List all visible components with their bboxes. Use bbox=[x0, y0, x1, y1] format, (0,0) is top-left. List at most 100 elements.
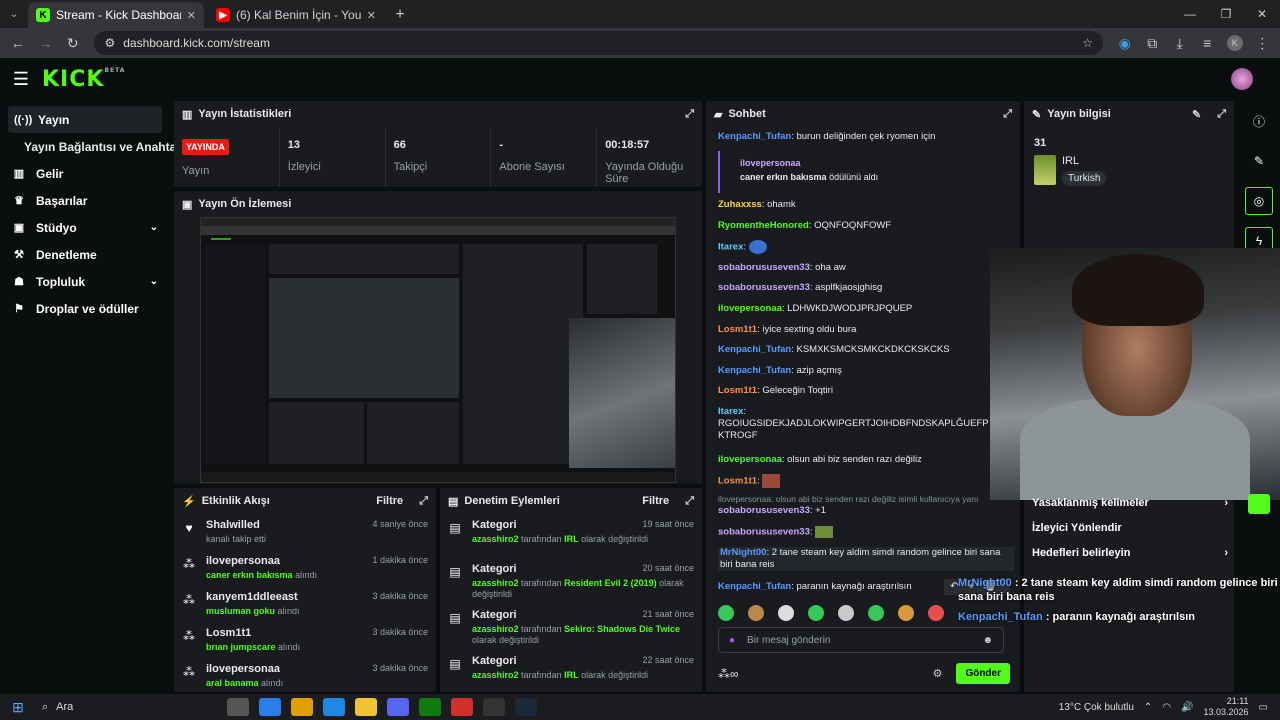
bookmark-star-icon[interactable]: ☆ bbox=[1082, 36, 1093, 50]
emote-icon[interactable] bbox=[808, 605, 824, 621]
sidebar-item-studyo[interactable]: ▣ Stüdyo ⌄ bbox=[0, 214, 170, 241]
wifi-icon[interactable]: ◠ bbox=[1162, 702, 1171, 713]
popout-icon[interactable]: ⤢ bbox=[685, 495, 694, 508]
emote-icon[interactable] bbox=[718, 605, 734, 621]
info-icon[interactable]: ⓘ bbox=[1245, 107, 1273, 135]
sidebar-item-droplar[interactable]: ⚑ Droplar ve ödüller bbox=[0, 295, 170, 322]
discord-icon[interactable] bbox=[387, 698, 409, 716]
clock[interactable]: 21:11 13.03.2026 bbox=[1204, 696, 1249, 718]
reload-icon[interactable]: ↻ bbox=[61, 31, 84, 55]
hamburger-menu-icon[interactable]: ☰ bbox=[0, 69, 42, 90]
media-icon[interactable]: ≡ bbox=[1195, 31, 1218, 55]
reward-icon: ⁂ bbox=[183, 629, 195, 643]
taskbar-search[interactable]: ⌕ Ara bbox=[36, 696, 222, 718]
xbox-icon[interactable] bbox=[419, 698, 441, 716]
emote-icon[interactable] bbox=[748, 605, 764, 621]
minimize-icon[interactable]: — bbox=[1172, 0, 1208, 28]
close-window-icon[interactable]: ✕ bbox=[1244, 0, 1280, 28]
reward-points-icon[interactable]: ⁂∞ bbox=[718, 667, 739, 681]
task-view-icon[interactable] bbox=[227, 698, 249, 716]
popout-icon[interactable]: ⤢ bbox=[1003, 108, 1012, 121]
emote-icon[interactable] bbox=[778, 605, 794, 621]
moderation-panel: ▤ Denetim Eylemleri Filtre ⤢ ▤ Kategori 19 sa… bbox=[440, 488, 702, 692]
tab-search-icon[interactable]: ⌄ bbox=[0, 0, 28, 28]
copilot-icon[interactable] bbox=[259, 698, 281, 716]
maximize-icon[interactable]: ❐ bbox=[1208, 0, 1244, 28]
edit-icon[interactable]: ✎ bbox=[1192, 108, 1201, 121]
steam-icon[interactable] bbox=[515, 698, 537, 716]
filter-button[interactable]: Filtre bbox=[376, 495, 403, 507]
tab-title: Stream - Kick Dashboard bbox=[56, 8, 181, 22]
chat-toggle-icon[interactable] bbox=[1248, 494, 1270, 514]
menu-goals[interactable]: Hedefleri belirleyin › bbox=[1032, 547, 1228, 559]
url-text: dashboard.kick.com/stream bbox=[123, 36, 270, 50]
chat-input[interactable]: ● Bir mesaj gönderin ☻ bbox=[718, 627, 1004, 653]
stat-uptime: 00:18:57 Yayında Olduğu Süre bbox=[605, 139, 684, 185]
new-tab-button[interactable]: + bbox=[388, 2, 412, 28]
emote-icon[interactable] bbox=[868, 605, 884, 621]
chat-overlay: MrNight00 : 2 tane steam key aldim simdi… bbox=[958, 577, 1278, 623]
sidebar-item-gelir[interactable]: ▥ Gelir bbox=[0, 160, 170, 187]
download-icon[interactable]: ⤓ bbox=[1168, 31, 1191, 55]
category-icon: ▤ bbox=[449, 657, 461, 671]
kick-favicon-icon: K bbox=[36, 8, 50, 22]
chat-message-hovered[interactable]: MrNight00: 2 tane steam key aldim simdi … bbox=[718, 547, 1014, 571]
obs-icon[interactable] bbox=[483, 698, 505, 716]
mic-icon[interactable]: ● bbox=[729, 635, 735, 646]
vscode-icon[interactable] bbox=[323, 698, 345, 716]
volume-icon[interactable]: 🔊 bbox=[1181, 702, 1193, 713]
menu-raid[interactable]: İzleyici Yönlendir bbox=[1032, 522, 1228, 534]
sidebar-item-topluluk[interactable]: ☗ Topluluk ⌄ bbox=[0, 268, 170, 295]
site-info-icon[interactable]: ⚙ bbox=[104, 36, 115, 50]
emote-icon[interactable] bbox=[838, 605, 854, 621]
pen-icon[interactable]: ✎ bbox=[1245, 147, 1273, 175]
menu-banned-words[interactable]: Yasaklanmış kelimeler › bbox=[1032, 497, 1228, 509]
activity-item: ⁂ Losm1t1 3 dakika önce brıan jumpscare alı… bbox=[183, 627, 428, 652]
browser-menu-icon[interactable]: ⋮ bbox=[1250, 31, 1273, 55]
stream-preview-video[interactable] bbox=[200, 217, 676, 483]
sidebar-item-yayin[interactable]: ((·)) Yayın bbox=[8, 106, 162, 133]
activity-feed-panel: ⚡ Etkinlik Akışı Filtre ⤢ ♥ Shalwilled 4 sani… bbox=[174, 488, 436, 692]
chat-message: sobaborususeven33: bbox=[718, 526, 1010, 539]
kick-logo[interactable]: KICKBETA bbox=[42, 67, 125, 92]
user-avatar[interactable] bbox=[1231, 68, 1253, 90]
notification-icon[interactable]: ▭ bbox=[1259, 702, 1268, 713]
chrome-icon[interactable] bbox=[291, 698, 313, 716]
webcam-icon[interactable]: ◎ bbox=[1245, 187, 1273, 215]
popout-icon[interactable]: ⤢ bbox=[685, 108, 694, 121]
extension-icon[interactable]: ◉ bbox=[1113, 31, 1136, 55]
emoji-icon[interactable]: ☻ bbox=[982, 635, 993, 646]
trophy-icon: ♛ bbox=[14, 195, 24, 207]
back-icon[interactable]: ← bbox=[6, 31, 29, 55]
reward-icon: ⁂ bbox=[183, 557, 195, 571]
extensions-puzzle-icon[interactable]: ⧉ bbox=[1141, 31, 1164, 55]
tab-kick-dashboard[interactable]: K Stream - Kick Dashboard ✕ bbox=[28, 2, 204, 28]
send-button[interactable]: Gönder bbox=[956, 663, 1010, 684]
close-tab-icon[interactable]: ✕ bbox=[187, 9, 196, 22]
popout-icon[interactable]: ⤢ bbox=[1217, 108, 1226, 121]
riot-icon[interactable] bbox=[451, 698, 473, 716]
close-tab-icon[interactable]: ✕ bbox=[367, 9, 376, 22]
browser-toolbar: ← → ↻ ⚙ dashboard.kick.com/stream ☆ ◉ ⧉ … bbox=[0, 28, 1280, 58]
windows-start-icon[interactable]: ⊞ bbox=[0, 699, 36, 716]
emote-icon[interactable] bbox=[928, 605, 944, 621]
tray-chevron-icon[interactable]: ⌃ bbox=[1144, 702, 1152, 713]
profile-avatar[interactable]: K bbox=[1223, 31, 1246, 55]
community-icon: ☗ bbox=[14, 276, 24, 288]
pin-icon: ✎ bbox=[1032, 108, 1042, 121]
filter-button[interactable]: Filtre bbox=[642, 495, 669, 507]
moderation-item: ▤ Kategori 21 saat önce azasshiro2 tarafınd… bbox=[449, 609, 694, 645]
tab-youtube[interactable]: ▶ (6) Kal Benim İçin - YouTube ✕ bbox=[208, 2, 384, 28]
file-explorer-icon[interactable] bbox=[355, 698, 377, 716]
address-bar[interactable]: ⚙ dashboard.kick.com/stream ☆ bbox=[94, 31, 1104, 55]
settings-gear-icon[interactable]: ⚙ bbox=[933, 667, 943, 680]
sidebar-item-stream-key[interactable]: Yayın Bağlantısı ve Anahtarı bbox=[0, 133, 184, 160]
popout-icon[interactable]: ⤢ bbox=[419, 495, 428, 508]
forward-icon[interactable]: → bbox=[33, 31, 56, 55]
sidebar-item-denetleme[interactable]: ⚒ Denetleme bbox=[0, 241, 170, 268]
chat-message: Kenpachi_Tufan: KSMXKSMCKSMKCKDKCKSKCKS bbox=[718, 344, 950, 355]
reward-icon: ⁂ bbox=[183, 665, 195, 679]
sidebar-item-basarilar[interactable]: ♛ Başarılar bbox=[0, 187, 170, 214]
emote-icon[interactable] bbox=[898, 605, 914, 621]
weather-widget[interactable]: 13°C Çok bulutlu bbox=[1059, 702, 1134, 713]
